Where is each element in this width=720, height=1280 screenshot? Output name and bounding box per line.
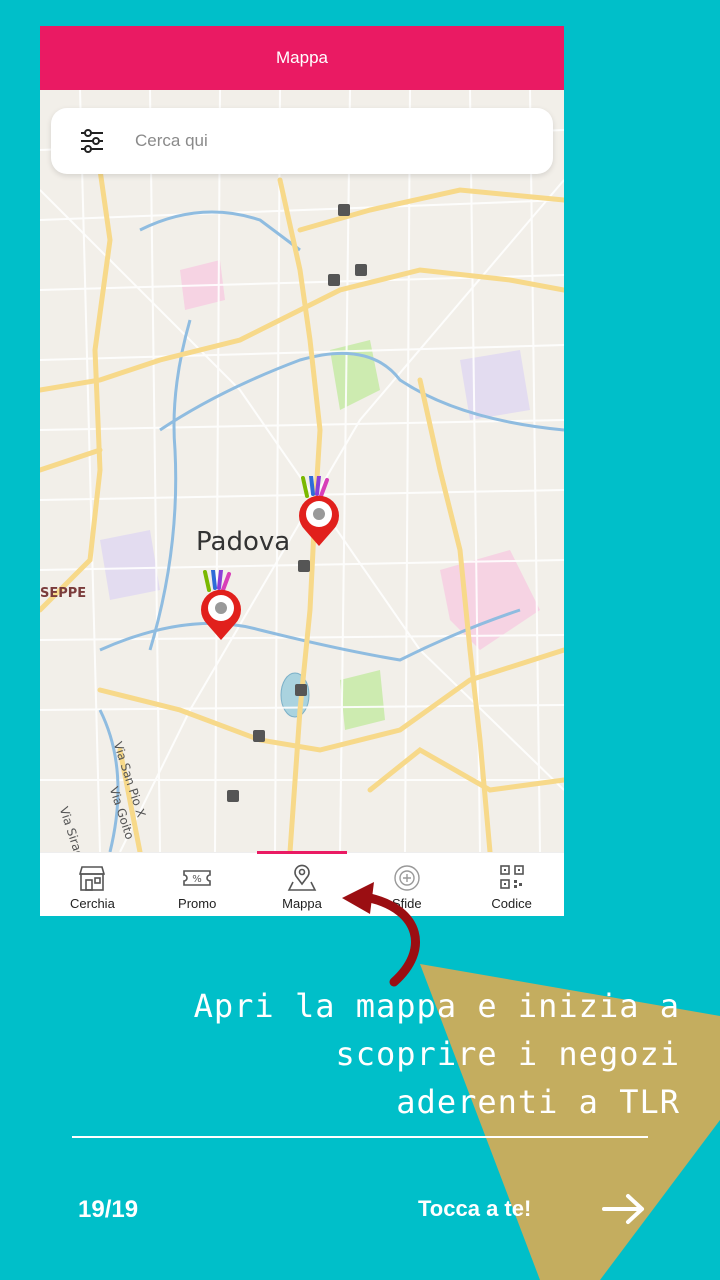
park-area (340, 670, 385, 730)
caption-line: Apri la mappa e inizia a (193, 987, 680, 1025)
slide-caption: Apri la mappa e inizia a scoprire i nego… (80, 982, 680, 1126)
tab-label: Mappa (282, 896, 322, 911)
tab-label: Cerchia (70, 896, 115, 911)
phone-screenshot: Mappa Padova SEPPE Via San Pio X Via Goi… (40, 26, 564, 916)
tab-label: Codice (491, 896, 532, 911)
map-pin-icon (287, 864, 317, 891)
map-canvas[interactable] (40, 90, 564, 852)
curved-arrow-pointer (342, 882, 420, 987)
caption-line: aderenti a TLR (396, 1083, 680, 1121)
app-title: Mappa (276, 48, 328, 67)
bottom-tab-bar: Cerchia % Promo Mappa Sfide Codice (40, 851, 564, 916)
shop-map-pin[interactable] (195, 570, 247, 642)
search-bar (51, 108, 553, 174)
page-number: 19/19 (78, 1196, 139, 1223)
city-label: Padova (196, 527, 291, 557)
tab-codice[interactable]: Codice (459, 853, 564, 916)
tab-label: Promo (178, 896, 217, 911)
ticket-percent-icon: % (183, 870, 211, 886)
map-view[interactable]: Padova SEPPE Via San Pio X Via Goito Via… (40, 90, 564, 852)
search-input[interactable] (133, 130, 517, 152)
qr-code-icon (499, 865, 524, 889)
school-area (460, 350, 530, 420)
shop-icon (79, 866, 106, 891)
district-label: SEPPE (40, 586, 87, 601)
shop-map-pin[interactable] (293, 476, 345, 548)
caption-line: scoprire i negozi (335, 1035, 680, 1073)
app-bar: Mappa (40, 26, 564, 90)
school-area (100, 530, 160, 600)
tab-promo[interactable]: % Promo (145, 853, 250, 916)
tab-cerchia[interactable]: Cerchia (40, 853, 145, 916)
cta-text[interactable]: Tocca a te! (418, 1196, 531, 1222)
svg-text:%: % (192, 874, 202, 885)
divider-line (72, 1136, 648, 1138)
arrow-right-icon[interactable] (600, 1192, 648, 1226)
filter-sliders-icon[interactable] (79, 128, 105, 154)
